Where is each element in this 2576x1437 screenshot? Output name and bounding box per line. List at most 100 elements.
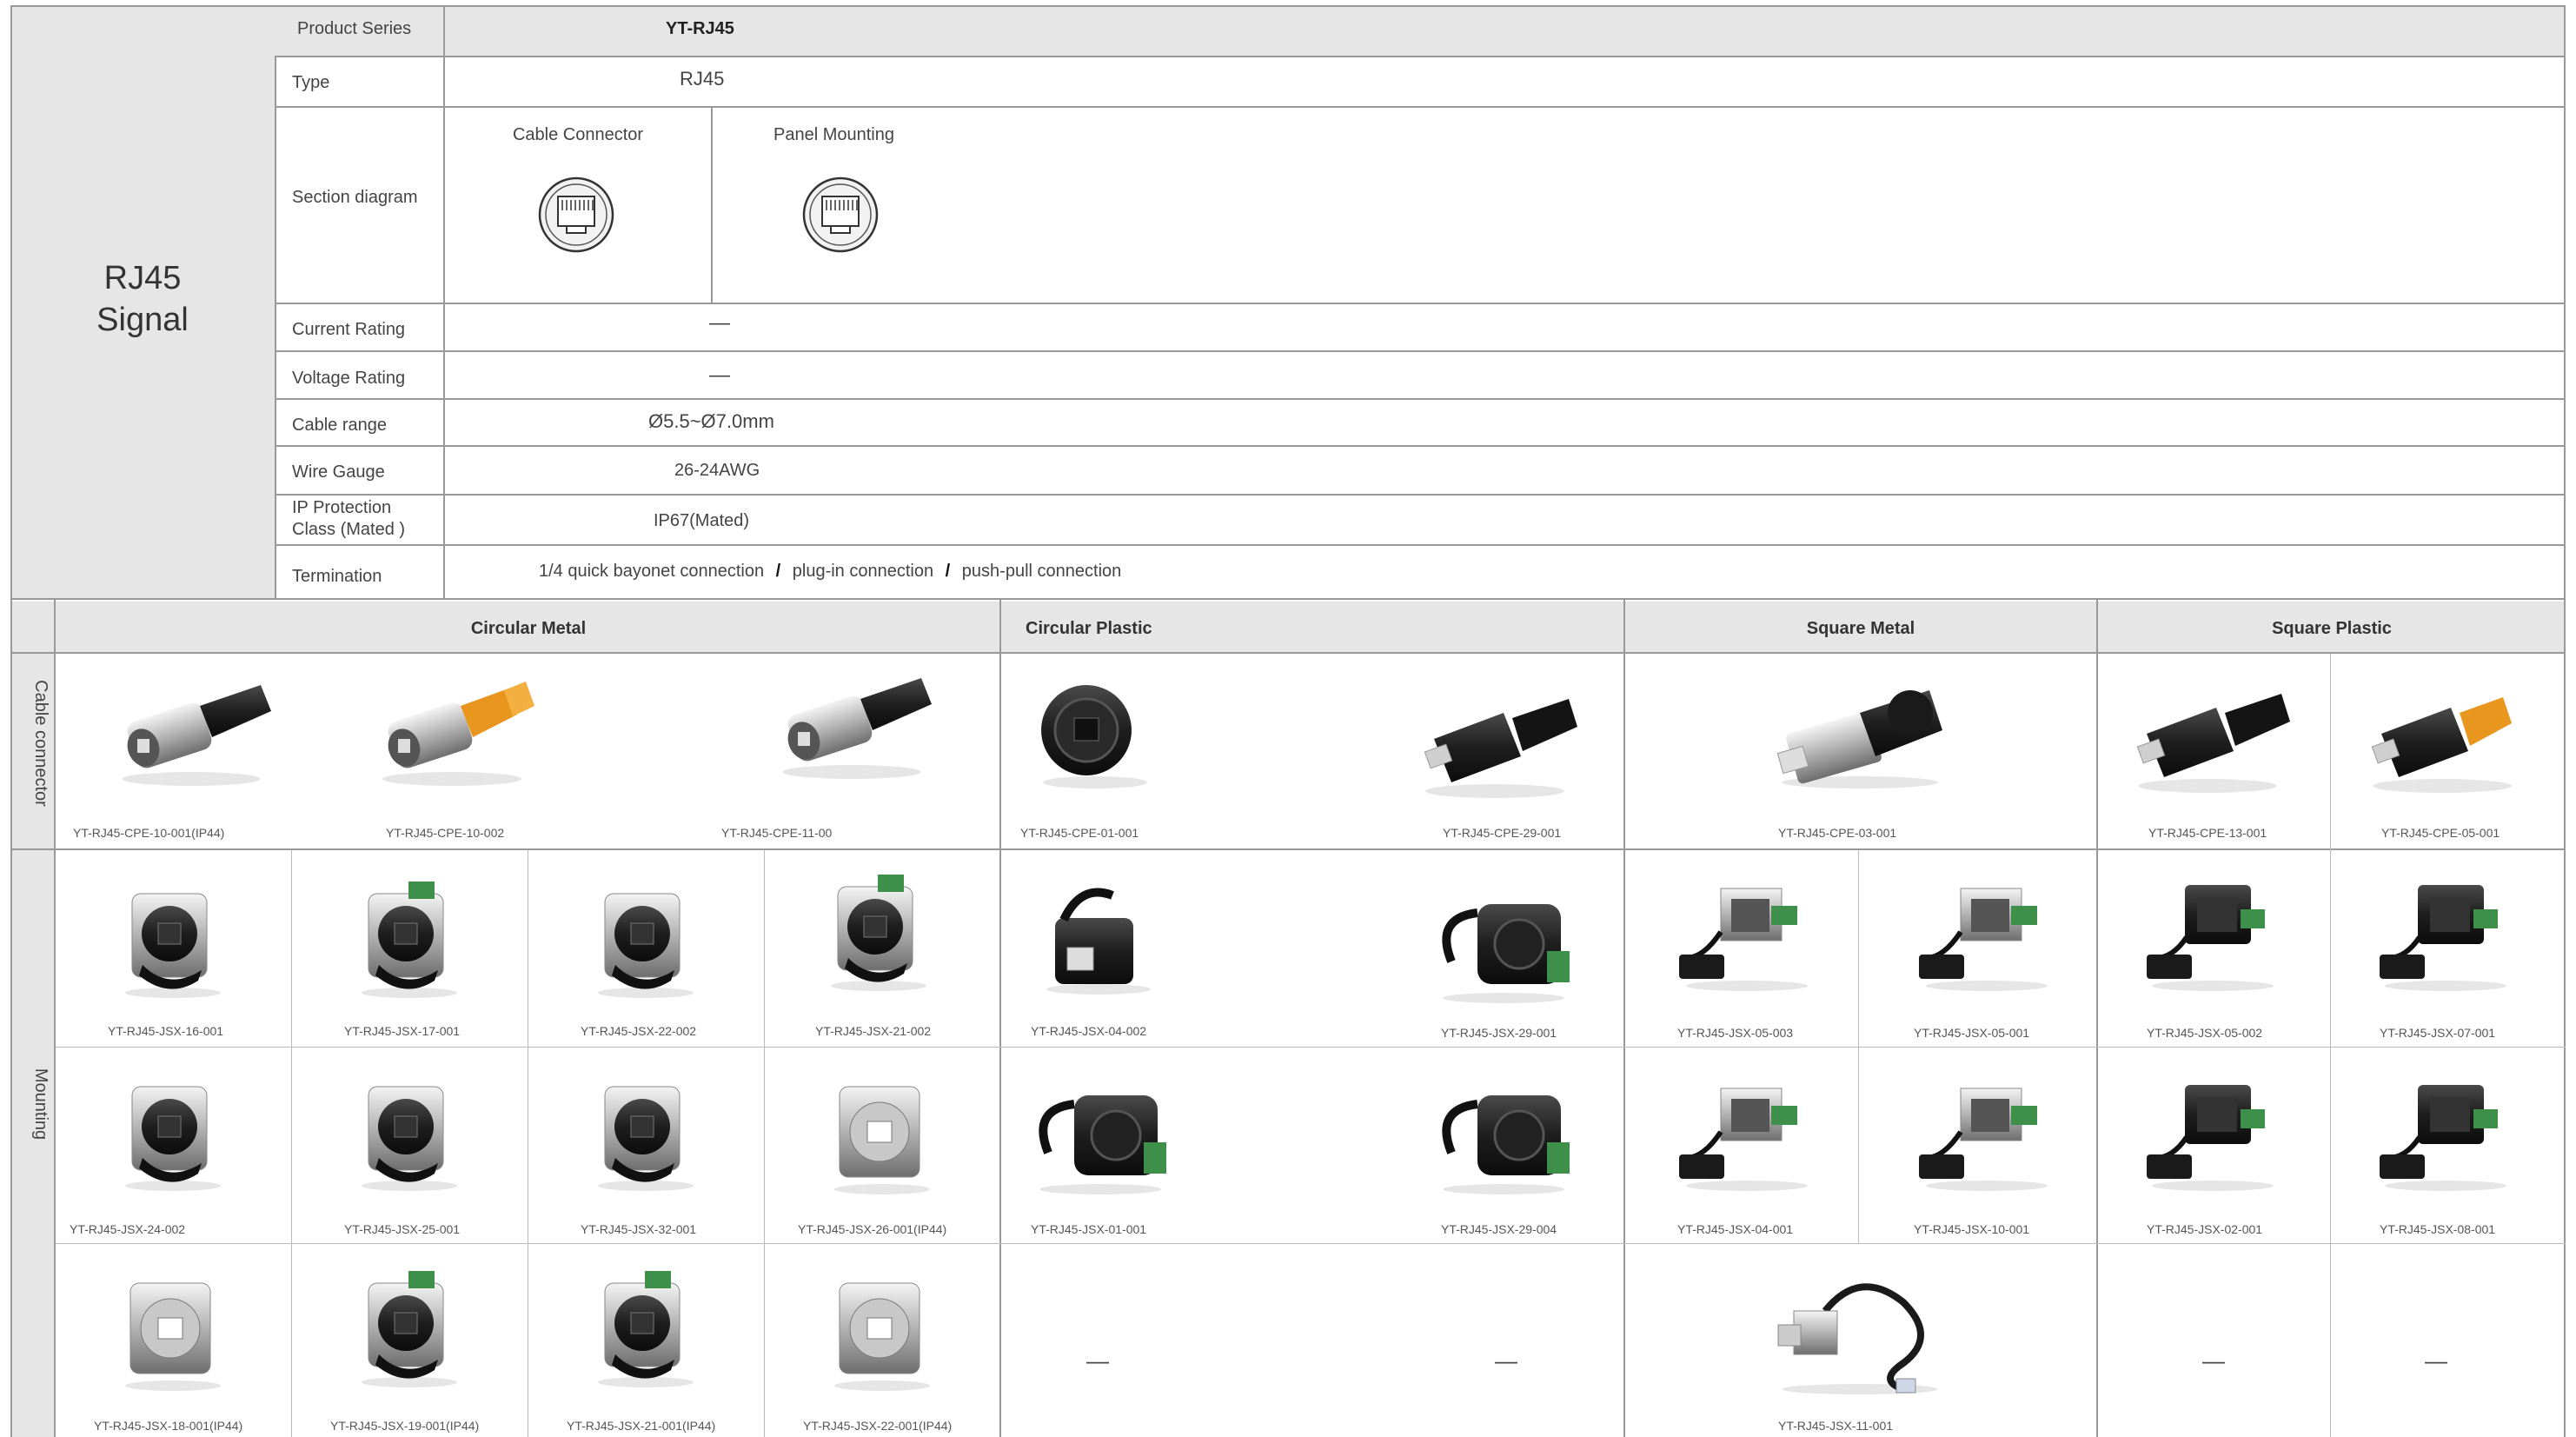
product-image	[108, 1271, 238, 1393]
grid-header-corner	[10, 602, 56, 654]
title-line2: Signal	[96, 302, 189, 338]
product-caption: YT-RJ45-CPE-01-001	[1020, 826, 1139, 840]
panel-mounting-caption: Panel Mounting	[773, 125, 894, 144]
product-caption: YT-RJ45-JSX-17-001	[344, 1024, 461, 1038]
product-image	[104, 676, 278, 789]
termination-separator: /	[945, 562, 951, 581]
row-divider	[275, 303, 2566, 304]
product-image	[1022, 1074, 1178, 1196]
product-caption: YT-RJ45-JSX-24-002	[70, 1222, 186, 1236]
product-image	[2121, 682, 2294, 795]
cable-range-value: Ø5.5~Ø7.0mm	[648, 410, 774, 432]
product-caption: YT-RJ45-JSX-10-001	[1914, 1222, 2030, 1236]
wire-gauge-value: 26-24AWG	[674, 461, 760, 480]
current-rating-label: Current Rating	[292, 320, 406, 339]
product-caption: YT-RJ45-JSX-05-001	[1914, 1026, 2030, 1040]
empty-cell-dash: —	[2425, 1347, 2447, 1374]
ip-protection-value: IP67(Mated)	[654, 511, 750, 530]
panel-mounting-diagram-icon	[802, 176, 879, 253]
product-caption: YT-RJ45-JSX-08-001	[2380, 1222, 2496, 1236]
product-caption: YT-RJ45-JSX-29-004	[1441, 1222, 1557, 1236]
product-series-value: YT-RJ45	[666, 19, 734, 38]
product-image	[2367, 1071, 2524, 1193]
row-divider	[275, 106, 2566, 108]
product-image	[344, 878, 475, 1000]
product-caption: YT-RJ45-JSX-25-001	[344, 1222, 461, 1236]
grid-line	[999, 600, 1001, 1437]
product-image	[817, 1271, 947, 1393]
termination-option-1: 1/4 quick bayonet connection	[539, 562, 765, 581]
product-caption: YT-RJ45-CPE-13-001	[2148, 826, 2267, 840]
grid-line	[54, 600, 56, 1437]
product-series-row	[275, 5, 2566, 56]
row-divider	[275, 494, 2566, 496]
product-caption: YT-RJ45-JSX-18-001(IP44)	[94, 1419, 243, 1433]
product-image	[2134, 871, 2291, 993]
right-border	[2564, 5, 2566, 600]
product-caption: YT-RJ45-JSX-16-001	[108, 1024, 224, 1038]
product-image	[1764, 1267, 1955, 1398]
product-caption: YT-RJ45-JSX-19-001(IP44)	[330, 1419, 480, 1433]
product-image	[1408, 687, 1582, 800]
grid-line	[1858, 850, 1859, 1243]
row-divider	[275, 56, 2566, 57]
section-diagram-label: Section diagram	[292, 188, 418, 207]
product-caption: YT-RJ45-CPE-10-001(IP44)	[73, 826, 225, 840]
col-header-circular-metal: Circular Metal	[470, 619, 587, 638]
product-image	[365, 676, 539, 789]
grid-line	[10, 600, 12, 1437]
product-image	[1669, 1071, 1825, 1193]
termination-separator: /	[775, 562, 781, 581]
product-image	[1026, 678, 1165, 791]
product-image	[2134, 1071, 2291, 1193]
empty-cell-dash: —	[1495, 1347, 1517, 1374]
grid-line	[56, 1243, 2566, 1244]
product-image	[108, 878, 238, 1000]
product-caption: YT-RJ45-JSX-01-001	[1031, 1222, 1147, 1236]
product-image	[2355, 682, 2529, 795]
product-caption: YT-RJ45-JSX-05-003	[1677, 1026, 1794, 1040]
termination-label: Termination	[292, 567, 382, 586]
grid-line	[291, 850, 292, 1437]
product-caption: YT-RJ45-JSX-21-002	[815, 1024, 932, 1038]
cable-connector-caption: Cable Connector	[512, 125, 644, 144]
product-caption: YT-RJ45-JSX-32-001	[581, 1222, 697, 1236]
product-image	[1909, 871, 2065, 993]
row-divider	[275, 350, 2566, 352]
product-caption: YT-RJ45-JSX-02-001	[2147, 1222, 2263, 1236]
voltage-rating-label: Voltage Rating	[292, 369, 406, 388]
product-caption: YT-RJ45-CPE-03-001	[1778, 826, 1897, 840]
col-divider	[711, 108, 713, 303]
termination-option-3: push-pull connection	[961, 562, 1122, 581]
grid-line	[56, 1047, 2566, 1048]
grid-line	[1623, 600, 1625, 1437]
product-image	[1909, 1071, 2065, 1193]
col-header-square-metal: Square Metal	[1806, 619, 1915, 638]
row-divider	[275, 544, 2566, 546]
product-caption: YT-RJ45-JSX-04-001	[1677, 1222, 1794, 1236]
product-image	[108, 1071, 238, 1193]
empty-cell-dash: —	[1086, 1347, 1109, 1374]
product-caption: YT-RJ45-JSX-04-002	[1031, 1024, 1147, 1038]
product-image	[765, 669, 939, 782]
row-label-mounting: Mounting	[31, 1068, 50, 1141]
product-caption: YT-RJ45-JSX-05-002	[2147, 1026, 2263, 1040]
product-image	[817, 1074, 947, 1196]
product-image	[344, 1267, 475, 1389]
type-value: RJ45	[680, 68, 725, 90]
product-caption: YT-RJ45-CPE-05-001	[2381, 826, 2500, 840]
product-image	[1029, 875, 1168, 996]
product-caption: YT-RJ45-CPE-29-001	[1443, 826, 1562, 840]
termination-option-2: plug-in connection	[792, 562, 934, 581]
product-image	[1425, 883, 1582, 1005]
product-caption: YT-RJ45-CPE-10-002	[386, 826, 505, 840]
current-rating-value: —	[709, 311, 730, 335]
product-caption: YT-RJ45-CPE-11-00	[721, 826, 833, 840]
cable-connector-diagram-icon	[538, 176, 614, 253]
product-image	[344, 1071, 475, 1193]
cable-range-label: Cable range	[292, 416, 387, 435]
product-image	[1669, 871, 1825, 993]
grid-line	[2096, 600, 2098, 1437]
product-image	[2367, 871, 2524, 993]
product-caption: YT-RJ45-JSX-21-001(IP44)	[567, 1419, 716, 1433]
